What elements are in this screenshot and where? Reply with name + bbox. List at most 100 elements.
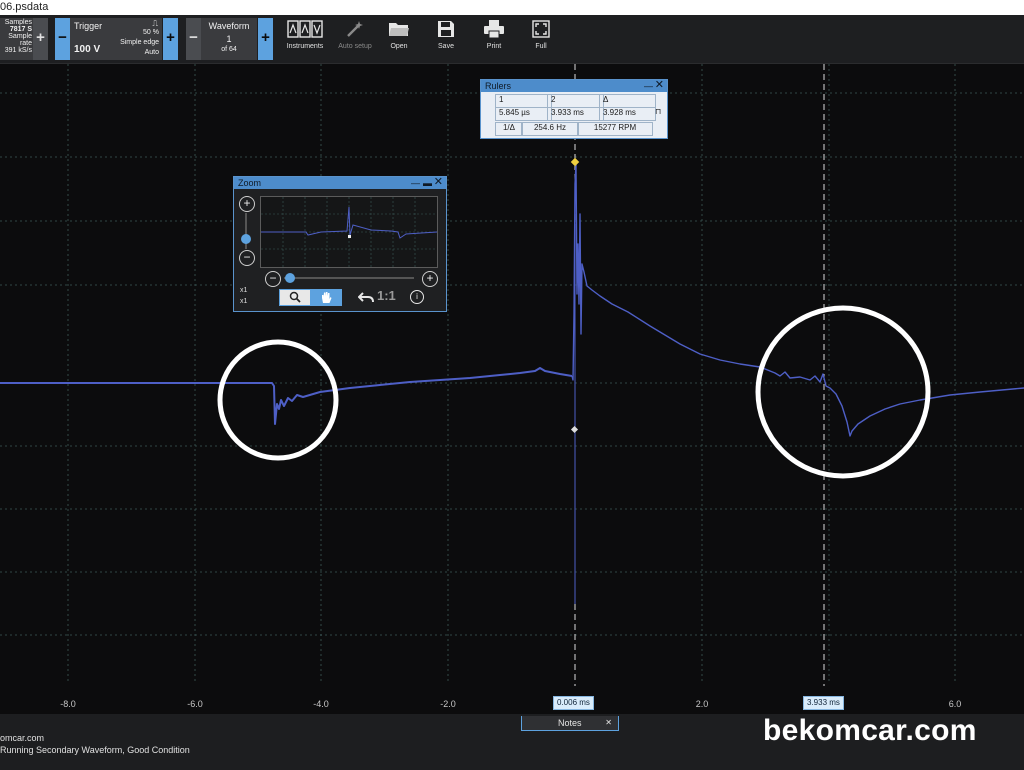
x-tick-label: -6.0 [187, 699, 203, 709]
ruler-1-marker[interactable] [570, 157, 580, 167]
x-tick-label: 2.0 [696, 699, 709, 709]
full-label: Full [535, 43, 547, 50]
wand-icon [347, 21, 363, 37]
printer-icon [484, 20, 504, 39]
rising-edge-icon: ⎍ [152, 19, 158, 28]
print-label: Print [486, 43, 502, 50]
highlight-circle-right [755, 305, 931, 479]
ruler-2-value: 3.933 ms [547, 107, 604, 121]
folder-icon [389, 23, 409, 36]
trigger-value: 100 V [74, 44, 101, 55]
status-line-2: Running Secondary Waveform, Good Conditi… [0, 745, 190, 755]
trigger-auto: Auto [144, 49, 159, 56]
rpm-value: 15277 RPM [577, 122, 653, 136]
fullscreen-icon [532, 20, 550, 38]
x-tick-label: -2.0 [440, 699, 456, 709]
waveform-index: 1 [226, 34, 232, 44]
auto-setup-label: Auto setup [338, 43, 372, 50]
zoom-factor-y: x1 [240, 298, 248, 305]
waveform-count: of 64 [221, 46, 237, 53]
ruler-2-time-badge[interactable]: 3.933 ms [803, 696, 844, 710]
waveform-graph[interactable]: -8.0 -6.0 -4.0 -2.0 2.0 6.0 [0, 64, 1024, 714]
save-label: Save [438, 43, 454, 50]
notes-label: Notes [558, 718, 582, 728]
ruler-1-time-badge[interactable]: 0.006 ms [553, 696, 594, 710]
waveform-box[interactable]: Waveform 1 of 64 [201, 18, 257, 60]
close-icon[interactable]: ✕ [655, 79, 664, 91]
ruler-delta-value: 3.928 ms [599, 107, 656, 121]
status-line-1: omcar.com [0, 733, 45, 743]
instruments-icon [287, 20, 323, 38]
samples-label: Samples [4, 19, 32, 26]
trigger-level: 50 % [143, 29, 159, 36]
vertical-zoom-knob[interactable] [241, 234, 251, 244]
scope-plot-area[interactable]: -8.0 -6.0 -4.0 -2.0 2.0 6.0 0.006 ms 3.9… [0, 64, 1024, 714]
waveform-minus-button[interactable]: − [186, 18, 201, 60]
minimize-icon[interactable]: — [411, 177, 420, 189]
samples-plus-button[interactable]: + [33, 18, 48, 60]
zoom-out-horizontal-button[interactable]: − [265, 271, 281, 287]
sample-rate-value: 391 kS/s [4, 47, 32, 54]
rulers-panel-header[interactable]: Rulers — ✕ [481, 79, 667, 92]
lock-icon[interactable]: ⊓ [655, 107, 661, 116]
open-label: Open [390, 43, 408, 50]
waveform-plus-button[interactable]: + [258, 18, 273, 60]
magnifier-icon [289, 291, 301, 303]
toolbar: Samples 7817 S Sample rate 391 kS/s + − … [0, 15, 1024, 64]
sample-rate-label: Sample rate [8, 33, 32, 47]
trigger-minus-button[interactable]: − [55, 18, 70, 60]
save-button[interactable]: Save [421, 19, 471, 50]
zoom-in-horizontal-button[interactable]: + [422, 271, 438, 287]
horizontal-zoom-track[interactable] [284, 277, 414, 279]
horizontal-zoom-knob[interactable] [285, 273, 295, 283]
instruments-button[interactable]: Instruments [280, 19, 330, 50]
undo-zoom-icon[interactable] [358, 291, 374, 303]
open-button[interactable]: Open [374, 19, 424, 50]
trigger-label: Trigger [74, 21, 103, 31]
frequency-value: 254.6 Hz [521, 122, 579, 136]
trigger-mode: Simple edge [120, 39, 159, 46]
inverse-delta-label: 1/Δ [495, 122, 523, 136]
auto-setup-button[interactable]: Auto setup [330, 19, 380, 50]
zoom-out-vertical-button[interactable]: − [239, 250, 255, 266]
zoom-tool-button[interactable] [279, 289, 311, 306]
trigger-box[interactable]: Trigger 100 V ⎍ 50 % Simple edge Auto [70, 18, 162, 60]
x-tick-label: -8.0 [60, 699, 76, 709]
hand-icon [322, 292, 332, 303]
pan-tool-button[interactable] [310, 289, 342, 306]
highlight-circle-left [217, 339, 339, 461]
waveform-trace [0, 163, 1024, 604]
maximize-icon[interactable]: ▬ [423, 177, 432, 189]
zoom-overview[interactable] [260, 196, 438, 268]
ruler-delta-header: Δ [599, 94, 656, 107]
window-title: 06.psdata [0, 0, 1024, 15]
ruler-col-1-header: 1 [495, 94, 552, 107]
minimize-icon[interactable]: — [644, 80, 653, 92]
full-screen-button[interactable]: Full [516, 19, 566, 50]
x-tick-label: -4.0 [313, 699, 329, 709]
print-button[interactable]: Print [469, 19, 519, 50]
watermark: bekomcar.com [763, 714, 977, 747]
close-icon[interactable]: ✕ [605, 716, 612, 730]
trigger-plus-button[interactable]: + [163, 18, 178, 60]
ruler-1-value: 5.845 µs [495, 107, 552, 121]
waveform-label: Waveform [208, 21, 250, 31]
zoom-panel[interactable]: Zoom — ▬ ✕ + − − + x1 x1 1:1 i [233, 176, 447, 312]
zoom-title: Zoom [238, 178, 262, 188]
samples-box[interactable]: Samples 7817 S Sample rate 391 kS/s [0, 18, 34, 60]
rulers-panel[interactable]: Rulers — ✕ 1 2 Δ 5.845 µs 3.933 ms 3.928… [480, 79, 668, 139]
ruler-1-marker-low[interactable] [570, 425, 579, 434]
zoom-ratio-label[interactable]: 1:1 [377, 288, 396, 303]
samples-value: 7817 S [9, 26, 32, 33]
instruments-label: Instruments [286, 43, 324, 50]
close-icon[interactable]: ✕ [434, 176, 443, 188]
notes-tab[interactable]: Notes ✕ [521, 716, 619, 731]
save-icon [438, 21, 454, 37]
zoom-panel-header[interactable]: Zoom — ▬ ✕ [234, 176, 446, 189]
zoom-overview-trace [261, 197, 438, 267]
status-bar: Notes ✕ omcar.com Running Secondary Wave… [0, 714, 1024, 770]
zoom-in-vertical-button[interactable]: + [239, 196, 255, 212]
rulers-title: Rulers [485, 81, 512, 91]
info-icon[interactable]: i [410, 290, 424, 304]
zoom-factor-x: x1 [240, 287, 248, 294]
